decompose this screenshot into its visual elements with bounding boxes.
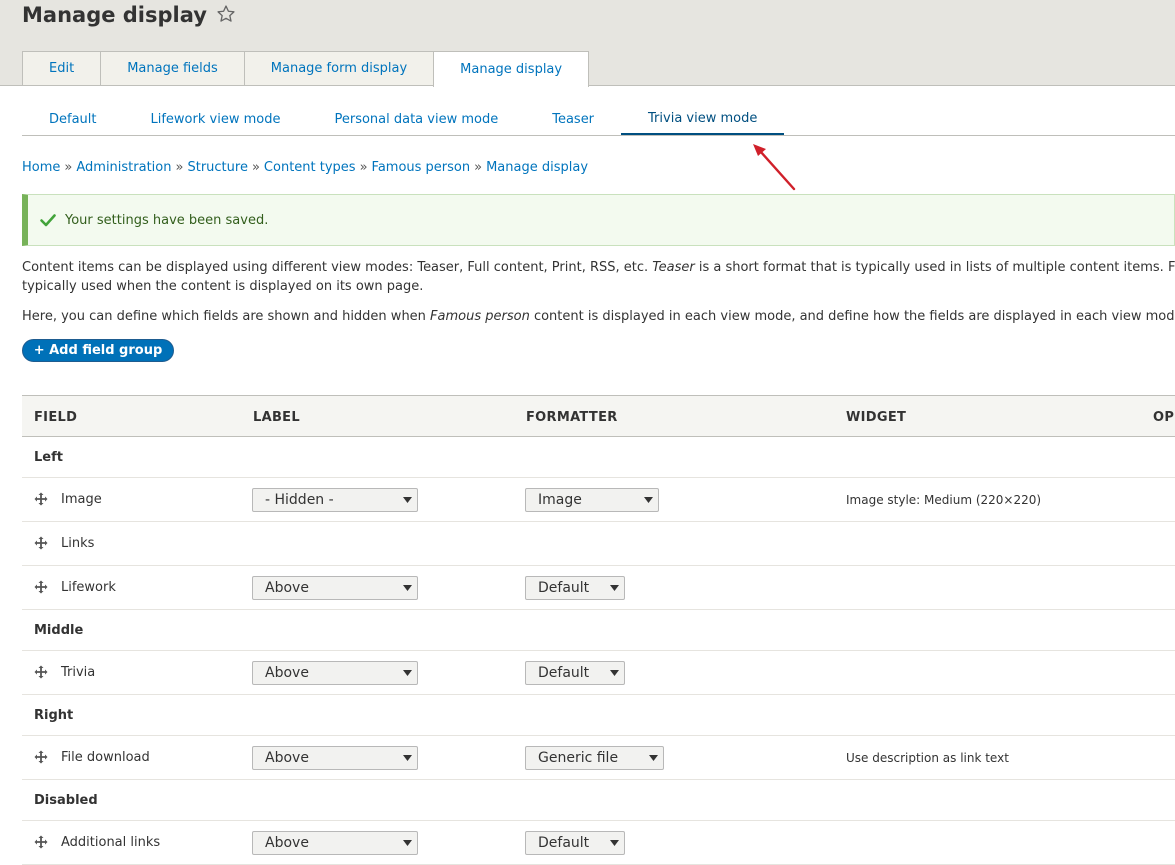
region-row-right: Right (22, 695, 1175, 736)
fields-table: FIELD LABEL FORMATTER WIDGET OP Left Ima… (22, 395, 1175, 865)
breadcrumb-famous-person[interactable]: Famous person (372, 160, 471, 175)
drag-handle-icon[interactable] (34, 492, 48, 506)
chevron-down-icon (649, 755, 658, 761)
page-header: Manage display Edit Manage fields Manage… (0, 0, 1175, 87)
column-header-formatter: FORMATTER (526, 410, 618, 425)
label-display-select[interactable]: Above (252, 831, 418, 855)
field-label: Additional links (61, 835, 161, 850)
breadcrumb-separator: » (474, 160, 483, 175)
formatter-summary: Image style: Medium (220×220) (846, 493, 1042, 507)
region-row-middle: Middle (22, 610, 1175, 651)
label-display-select[interactable]: Above (252, 746, 418, 770)
tab-edit[interactable]: Edit (22, 51, 101, 85)
status-message: Your settings have been saved. (22, 194, 1175, 246)
formatter-select[interactable]: Default (525, 831, 625, 855)
breadcrumb-structure[interactable]: Structure (187, 160, 247, 175)
tab-manage-fields[interactable]: Manage fields (100, 51, 244, 85)
breadcrumb-home[interactable]: Home (22, 160, 60, 175)
breadcrumb-separator: » (64, 160, 73, 175)
tab-personal-data-view-mode[interactable]: Personal data view mode (307, 104, 525, 135)
formatter-select[interactable]: Default (525, 576, 625, 600)
region-label: Right (34, 708, 74, 723)
field-label: Image (61, 492, 102, 507)
chevron-down-icon (644, 497, 653, 503)
breadcrumb: Home» Administration» Structure» Content ty… (22, 160, 588, 175)
breadcrumb-separator: » (359, 160, 368, 175)
drag-handle-icon[interactable] (34, 750, 48, 764)
drag-handle-icon[interactable] (34, 835, 48, 849)
chevron-down-icon (403, 670, 412, 676)
formatter-select[interactable]: Image (525, 488, 659, 512)
table-row-trivia: Trivia Above Default (22, 651, 1175, 695)
column-header-operations: OP (1153, 410, 1175, 425)
label-display-select[interactable]: Above (252, 661, 418, 685)
breadcrumb-separator: » (175, 160, 184, 175)
label-display-select[interactable]: - Hidden - (252, 488, 418, 512)
tab-default[interactable]: Default (22, 104, 124, 135)
region-row-left: Left (22, 437, 1175, 478)
annotation-arrow-icon (753, 144, 796, 191)
star-icon[interactable] (216, 4, 236, 24)
table-header: FIELD LABEL FORMATTER WIDGET OP (22, 395, 1175, 437)
region-row-disabled: Disabled (22, 780, 1175, 821)
tab-trivia-view-mode[interactable]: Trivia view mode (621, 104, 785, 135)
fields-description: Here, you can define which fields are sh… (22, 309, 1175, 324)
add-field-group-button[interactable]: + Add field group (22, 339, 174, 362)
tab-manage-display[interactable]: Manage display (433, 51, 590, 87)
formatter-summary: Use description as link text (846, 751, 1009, 765)
tab-teaser[interactable]: Teaser (525, 104, 621, 135)
region-label: Left (34, 450, 63, 465)
table-row-links: Links (22, 522, 1175, 566)
drag-handle-icon[interactable] (34, 536, 48, 550)
breadcrumb-administration[interactable]: Administration (76, 160, 171, 175)
chevron-down-icon (403, 585, 412, 591)
table-row-image: Image - Hidden - Image Image style: Medi… (22, 478, 1175, 522)
breadcrumb-content-types[interactable]: Content types (264, 160, 356, 175)
check-icon (40, 214, 56, 227)
tab-lifework-view-mode[interactable]: Lifework view mode (124, 104, 308, 135)
primary-tabs: Edit Manage fields Manage form display M… (22, 51, 590, 87)
tab-manage-form-display[interactable]: Manage form display (243, 51, 434, 85)
view-modes-description: Content items can be displayed using dif… (22, 260, 1175, 294)
chevron-down-icon (403, 840, 412, 846)
breadcrumb-separator: » (251, 160, 260, 175)
column-header-field: FIELD (34, 410, 78, 425)
chevron-down-icon (403, 497, 412, 503)
label-display-select[interactable]: Above (252, 576, 418, 600)
field-label: File download (61, 750, 150, 765)
drag-handle-icon[interactable] (34, 665, 48, 679)
table-row-additional-links: Additional links Above Default (22, 821, 1175, 865)
chevron-down-icon (610, 670, 619, 676)
secondary-tabs: Default Lifework view mode Personal data… (22, 104, 1175, 136)
status-text: Your settings have been saved. (65, 212, 269, 228)
column-header-widget: WIDGET (846, 410, 907, 425)
field-label: Lifework (61, 580, 116, 595)
table-row-lifework: Lifework Above Default (22, 566, 1175, 610)
chevron-down-icon (610, 585, 619, 591)
drag-handle-icon[interactable] (34, 580, 48, 594)
region-label: Disabled (34, 793, 98, 808)
region-label: Middle (34, 623, 84, 638)
formatter-select[interactable]: Generic file (525, 746, 664, 770)
formatter-select[interactable]: Default (525, 661, 625, 685)
field-label: Links (61, 536, 95, 551)
chevron-down-icon (403, 755, 412, 761)
field-label: Trivia (61, 665, 96, 680)
breadcrumb-manage-display[interactable]: Manage display (486, 160, 588, 175)
page-title: Manage display (22, 3, 207, 27)
column-header-label: LABEL (253, 410, 300, 425)
table-row-file-download: File download Above Generic file Use des… (22, 736, 1175, 780)
chevron-down-icon (610, 840, 619, 846)
